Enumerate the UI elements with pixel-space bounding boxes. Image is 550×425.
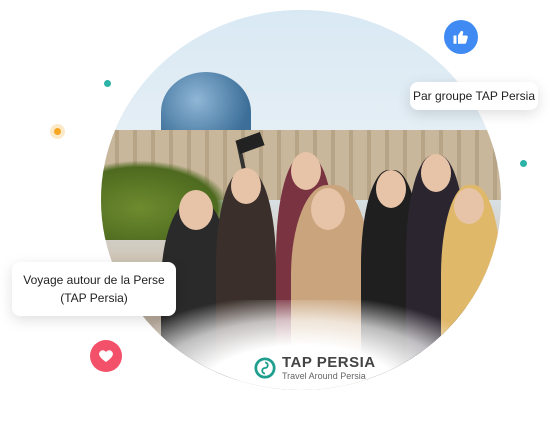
group-card-text: Par groupe TAP Persia: [412, 89, 536, 103]
tap-persia-logo: TAP PERSIA Travel Around Persia: [254, 354, 376, 381]
tour-card: Voyage autour de la Perse (TAP Persia): [12, 262, 176, 316]
group-card: Par groupe TAP Persia: [410, 82, 538, 110]
thumbs-up-icon[interactable]: [444, 20, 478, 54]
logo-name: TAP PERSIA: [282, 354, 376, 371]
group-photo: [101, 10, 501, 390]
heart-icon[interactable]: [90, 340, 122, 372]
tour-card-line1: Voyage autour de la Perse: [23, 273, 165, 287]
decor-dot: [104, 80, 111, 87]
decor-dot: [54, 128, 61, 135]
phone: [235, 131, 265, 155]
face: [311, 188, 345, 230]
face: [376, 170, 406, 208]
tour-card-line2: (TAP Persia): [60, 291, 128, 305]
face: [421, 154, 451, 192]
logo-tagline: Travel Around Persia: [282, 371, 366, 381]
face: [291, 152, 321, 190]
decor-dot: [520, 160, 527, 167]
logo-mark-icon: [254, 356, 276, 379]
face: [454, 188, 484, 224]
face: [231, 168, 261, 204]
face: [179, 190, 213, 230]
